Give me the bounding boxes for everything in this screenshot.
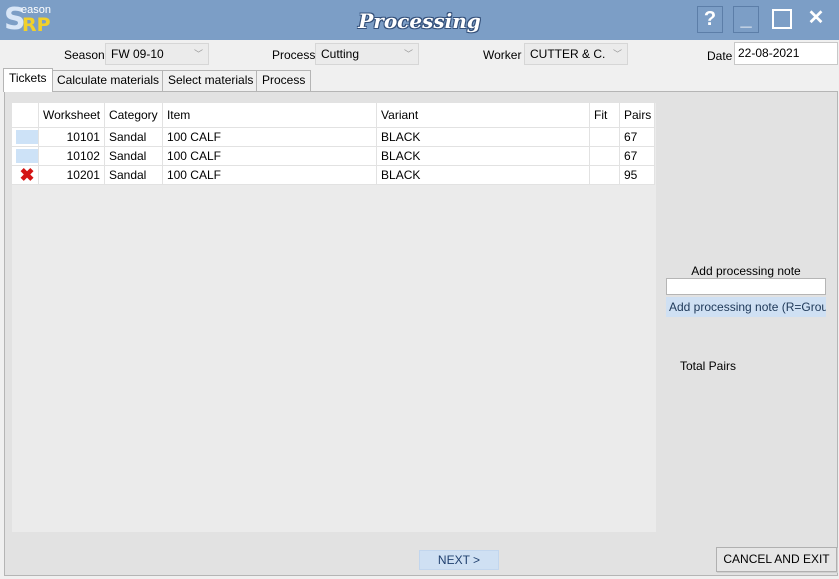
worker-value: CUTTER & C. (530, 47, 606, 61)
row-selector-icon (16, 129, 38, 144)
process-value: Cutting (321, 47, 360, 61)
chevron-down-icon: ﹀ (612, 49, 622, 59)
item-cell: 100 CALF (162, 146, 378, 166)
row-select-cell[interactable] (12, 127, 39, 147)
add-processing-note-button[interactable]: Add processing note (R=Grou (666, 297, 826, 317)
fit-cell (589, 165, 620, 185)
help-button[interactable]: ? (697, 6, 723, 33)
fit-cell (589, 127, 620, 147)
variant-cell: BLACK (376, 127, 591, 147)
close-button[interactable]: ✕ (803, 6, 829, 33)
variant-cell: BLACK (376, 146, 591, 166)
processing-note-input[interactable] (666, 278, 826, 295)
column-header-worksheet[interactable]: Worksheet (38, 103, 105, 128)
fit-cell (589, 146, 620, 166)
row-selector-icon (16, 148, 38, 163)
minimize-button[interactable]: _ (733, 6, 759, 33)
category-cell: Sandal (104, 165, 163, 185)
remove-x-icon[interactable]: ✖ (16, 166, 38, 184)
row-select-cell[interactable] (12, 146, 39, 166)
item-cell: 100 CALF (162, 127, 378, 147)
category-cell: Sandal (104, 127, 163, 147)
season-label: Season (64, 48, 105, 62)
tab-tickets[interactable]: Tickets (3, 68, 53, 92)
maximize-icon (772, 9, 792, 29)
tickets-table: Worksheet Category Item Variant Fit Pair… (12, 103, 656, 185)
row-remove-cell[interactable]: ✖ (12, 165, 39, 185)
category-cell: Sandal (104, 146, 163, 166)
column-header-variant[interactable]: Variant (376, 103, 591, 128)
column-header-item[interactable]: Item (162, 103, 378, 128)
season-value: FW 09-10 (111, 47, 164, 61)
table-row[interactable]: 10102 Sandal 100 CALF BLACK 67 (12, 146, 656, 166)
worksheet-cell: 10101 (38, 127, 105, 147)
next-button[interactable]: NEXT > (419, 550, 499, 570)
processing-note-label: Add processing note (691, 264, 801, 278)
chevron-down-icon: ﹀ (403, 49, 413, 59)
pairs-cell: 95 (619, 165, 656, 185)
pairs-cell: 67 (619, 127, 656, 147)
table-header-row: Worksheet Category Item Variant Fit Pair… (12, 103, 656, 128)
column-header-fit[interactable]: Fit (589, 103, 620, 128)
cancel-and-exit-button[interactable]: CANCEL AND EXIT (716, 547, 837, 572)
worker-label: Worker (483, 48, 522, 62)
total-pairs-label: Total Pairs (680, 359, 737, 373)
worksheet-cell: 10201 (38, 165, 105, 185)
tab-calculate-materials[interactable]: Calculate materials (51, 70, 166, 91)
process-label: Process (272, 48, 316, 62)
worker-select[interactable]: CUTTER & C. ﹀ (524, 43, 628, 65)
table-row[interactable]: 10101 Sandal 100 CALF BLACK 67 (12, 127, 656, 147)
item-cell: 100 CALF (162, 165, 378, 185)
pairs-cell: 67 (619, 146, 656, 166)
maximize-button[interactable] (769, 6, 795, 33)
tab-select-materials[interactable]: Select materials (162, 70, 260, 91)
table-row[interactable]: ✖ 10201 Sandal 100 CALF BLACK 95 (12, 165, 656, 185)
variant-cell: BLACK (376, 165, 591, 185)
worksheet-cell: 10102 (38, 146, 105, 166)
chevron-down-icon: ﹀ (193, 49, 203, 59)
tickets-grid: Worksheet Category Item Variant Fit Pair… (12, 103, 656, 532)
tab-process[interactable]: Process (256, 70, 312, 91)
title-bar: S eason RP Processing ? _ ✕ (0, 0, 839, 40)
column-header-select[interactable] (12, 103, 39, 128)
date-label: Date (707, 49, 733, 63)
season-select[interactable]: FW 09-10 ﹀ (105, 43, 209, 65)
date-field[interactable]: 22-08-2021 (734, 42, 838, 65)
column-header-category[interactable]: Category (104, 103, 163, 128)
process-select[interactable]: Cutting ﹀ (315, 43, 419, 65)
column-header-pairs[interactable]: Pairs (619, 103, 656, 128)
